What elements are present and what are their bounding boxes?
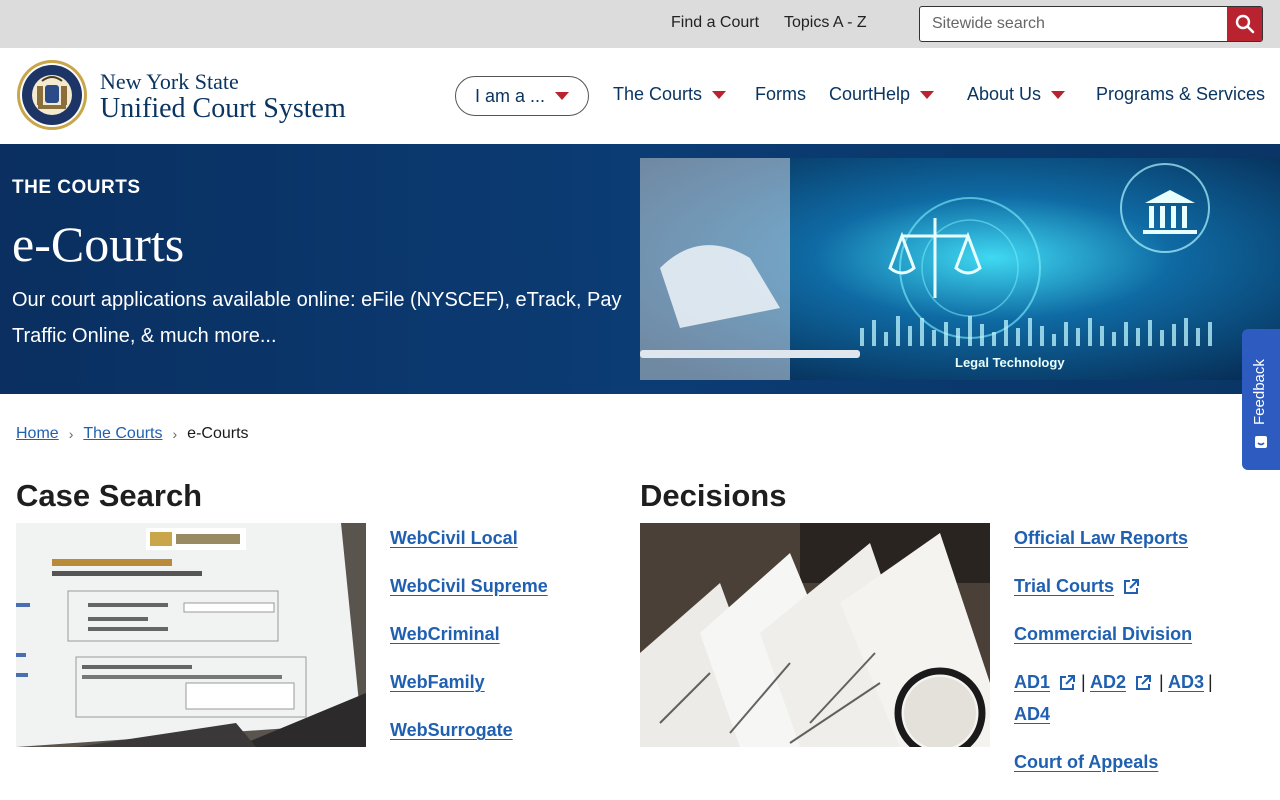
utility-bar: Find a Court Topics A - Z [0,0,1280,48]
decisions-image [640,523,990,747]
trial-courts-link[interactable]: Trial Courts [1014,576,1140,597]
nav-the-courts-label: The Courts [613,84,703,104]
nav-about-us[interactable]: About Us [967,84,1066,105]
breadcrumb-home[interactable]: Home [16,425,59,443]
topics-a-z-link[interactable]: Topics A - Z [784,14,867,32]
decisions-title: Decisions [640,478,787,513]
find-a-court-link[interactable]: Find a Court [671,14,759,32]
external-link-icon [1124,578,1140,594]
caret-down-icon [1051,90,1066,99]
external-link-icon [1136,674,1152,690]
i-am-a-dropdown[interactable]: I am a ... [455,76,589,116]
search-input[interactable] [920,7,1228,41]
nav-courthelp[interactable]: CourtHelp [829,84,935,105]
i-am-a-label: I am a ... [474,85,546,106]
webcivil-local-link[interactable]: WebCivil Local [390,528,518,549]
brand-line2: Unified Court System [100,93,346,124]
ad4-link[interactable]: AD4 [1014,704,1050,725]
court-of-appeals-link[interactable]: Court of Appeals [1014,752,1158,773]
ad2-label: AD2 [1090,672,1127,692]
nav-forms-label: Forms [755,84,806,104]
chevron-right-icon: › [68,426,74,442]
case-search-title: Case Search [16,478,203,513]
nav-forms[interactable]: Forms [755,84,806,105]
case-search-image [16,523,366,747]
external-link-icon [1060,674,1076,690]
websurrogate-link[interactable]: WebSurrogate [390,720,513,741]
nav-courthelp-label: CourtHelp [829,84,911,104]
trial-courts-label: Trial Courts [1014,576,1115,596]
breadcrumb: Home › The Courts › e-Courts [16,425,249,443]
official-law-reports-link[interactable]: Official Law Reports [1014,528,1188,549]
hero-description: Our court applications available online:… [12,289,622,347]
ad2-link[interactable]: AD2 [1090,672,1152,693]
nav-programs-label: Programs & Services [1096,84,1266,104]
ad1-label: AD1 [1014,672,1051,692]
brand-name[interactable]: New York State Unified Court System [100,69,346,123]
hero-kicker: THE COURTS [12,177,141,198]
page-title: e-Courts [12,216,185,272]
site-header: New York State Unified Court System I am… [0,48,1280,144]
sitewide-search [919,6,1263,42]
caret-down-icon [712,90,727,99]
chevron-right-icon: › [172,426,178,442]
caret-down-icon [920,90,935,99]
commercial-division-link[interactable]: Commercial Division [1014,624,1192,645]
separator: | [1159,672,1164,692]
webcriminal-link[interactable]: WebCriminal [390,624,500,645]
search-button[interactable] [1227,7,1262,41]
search-icon [1235,14,1254,34]
breadcrumb-the-courts[interactable]: The Courts [83,425,162,443]
nys-seal-logo[interactable] [16,59,88,131]
separator: | [1081,672,1086,692]
ad3-link[interactable]: AD3 [1168,672,1204,693]
hero-image-caption: Legal Technology [955,355,1065,370]
hero-banner: THE COURTS e-Courts Our court applicatio… [0,144,1280,394]
brand-line1: New York State [100,69,239,94]
breadcrumb-current: e-Courts [187,425,249,442]
nav-programs-services[interactable]: Programs & Services [1096,84,1265,105]
feedback-icon [1255,436,1267,448]
webcivil-supreme-link[interactable]: WebCivil Supreme [390,576,548,597]
webfamily-link[interactable]: WebFamily [390,672,485,693]
separator: | [1208,672,1213,692]
nav-about-us-label: About Us [967,84,1042,104]
feedback-label: Feedback [1251,359,1268,425]
legal-technology-image: Legal Technology [640,158,1280,380]
nav-the-courts[interactable]: The Courts [613,84,727,105]
feedback-tab[interactable]: Feedback [1242,329,1280,470]
caret-down-icon [555,92,570,100]
ad1-link[interactable]: AD1 [1014,672,1076,693]
